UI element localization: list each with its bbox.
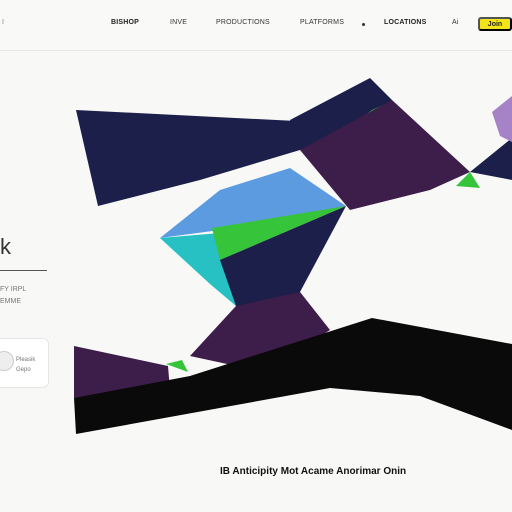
nav-link-locations[interactable]: LOCATIONS — [384, 19, 427, 26]
hero-subtitle-line-2: EMME — [0, 298, 21, 305]
shape-lavender-right — [492, 96, 512, 142]
nav-link-productions[interactable]: PRODUCTIONS — [216, 19, 270, 26]
brand-logo[interactable]: I — [2, 19, 4, 26]
hero-heading: k — [0, 234, 11, 259]
nav-link-ai[interactable]: Ai — [452, 19, 459, 26]
profile-card-line-2: Gepo — [16, 367, 31, 373]
profile-card-line-1: Pleasik — [16, 357, 36, 363]
nav-separator-dot — [362, 23, 365, 26]
top-navigation: I BISHOP INVE PRODUCTIONS PLATFORMS LOCA… — [0, 0, 512, 51]
hero-caption: IB Anticipity Mot Acame Anorimar Onin — [220, 466, 407, 477]
avatar — [0, 351, 14, 371]
profile-card[interactable]: Pleasik Gepo — [0, 338, 49, 388]
shape-green-lower — [166, 360, 188, 372]
shape-navy-right — [470, 138, 512, 180]
nav-link-platforms[interactable]: PLATFORMS — [300, 19, 344, 26]
nav-link-inve[interactable]: INVE — [170, 19, 187, 26]
hero-illustration — [74, 78, 512, 434]
join-button[interactable]: Join — [478, 17, 512, 31]
hero-subtitle-line-1: FY IRPL — [0, 286, 27, 293]
hero-divider — [0, 270, 47, 271]
nav-link-bishop[interactable]: BISHOP — [111, 19, 139, 26]
